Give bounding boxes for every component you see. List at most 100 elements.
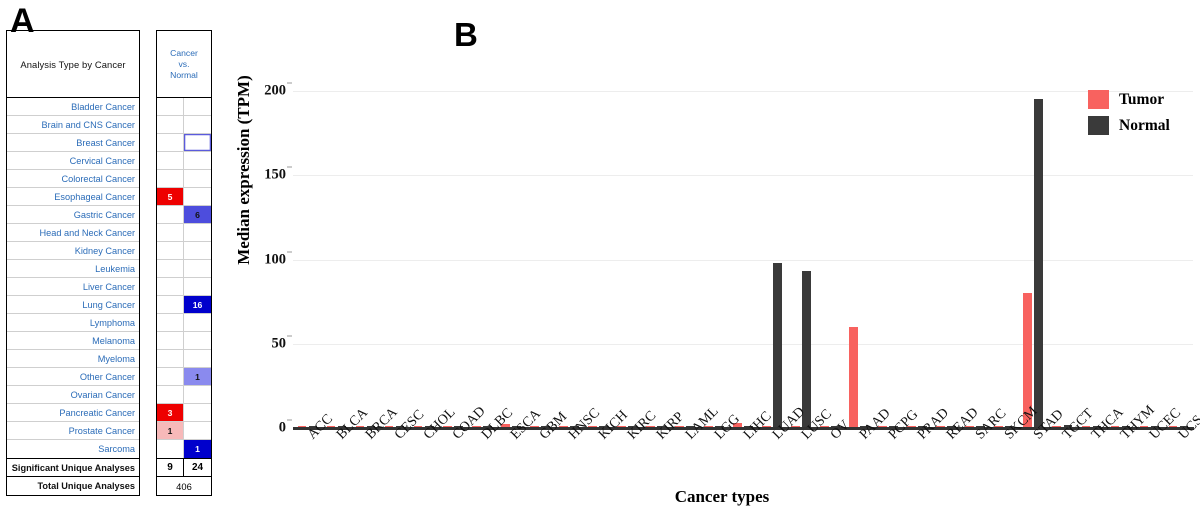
table-row[interactable]: Kidney Cancer	[7, 242, 139, 260]
table-row[interactable]: Brain and CNS Cancer	[7, 116, 139, 134]
bar-group[interactable]	[820, 91, 840, 428]
overexpression-cell[interactable]: 3	[157, 404, 184, 421]
table-row[interactable]: Cervical Cancer	[7, 152, 139, 170]
table-row[interactable]: Liver Cancer	[7, 278, 139, 296]
underexpression-cell[interactable]: 1	[184, 440, 211, 458]
overexpression-cell[interactable]	[157, 368, 184, 385]
bar-group[interactable]	[646, 91, 666, 428]
table-row[interactable]	[157, 242, 211, 260]
bar-group[interactable]	[733, 91, 753, 428]
bar-group[interactable]	[297, 91, 318, 428]
table-row[interactable]: Pancreatic Cancer	[7, 404, 139, 422]
bar-group[interactable]	[529, 91, 550, 428]
overexpression-cell[interactable]	[157, 98, 184, 115]
table-row[interactable]: Esophageal Cancer	[7, 188, 139, 206]
bar-normal[interactable]	[1034, 99, 1044, 428]
bar-tumor[interactable]	[849, 326, 858, 428]
bar-group[interactable]	[326, 91, 347, 428]
overexpression-cell[interactable]	[157, 386, 184, 403]
overexpression-cell[interactable]	[157, 278, 184, 295]
table-row[interactable]	[157, 134, 211, 152]
table-row[interactable]: Myeloma	[7, 350, 139, 368]
overexpression-cell[interactable]	[157, 260, 184, 277]
table-row[interactable]: Lymphoma	[7, 314, 139, 332]
bar-group[interactable]	[1052, 91, 1073, 428]
overexpression-cell[interactable]	[157, 332, 184, 349]
underexpression-cell[interactable]	[184, 242, 211, 259]
bar-group[interactable]	[471, 91, 492, 428]
bar-group[interactable]	[355, 91, 376, 428]
bar-group[interactable]	[558, 91, 579, 428]
underexpression-cell[interactable]	[184, 350, 211, 367]
bar-group[interactable]	[413, 91, 434, 428]
overexpression-cell[interactable]: 5	[157, 188, 184, 205]
bar-group[interactable]	[617, 91, 637, 428]
overexpression-cell[interactable]	[157, 152, 184, 169]
table-row[interactable]: Other Cancer	[7, 368, 139, 386]
table-row[interactable]: Breast Cancer	[7, 134, 139, 152]
bar-group[interactable]	[936, 91, 957, 428]
table-row[interactable]: Sarcoma	[7, 440, 139, 458]
table-row[interactable]	[157, 314, 211, 332]
table-row[interactable]: Lung Cancer	[7, 296, 139, 314]
overexpression-cell[interactable]	[157, 206, 184, 223]
table-row[interactable]: Gastric Cancer	[7, 206, 139, 224]
overexpression-cell[interactable]	[157, 350, 184, 367]
bar-group[interactable]	[675, 91, 695, 428]
underexpression-cell[interactable]	[184, 422, 211, 439]
table-row[interactable]	[157, 224, 211, 242]
table-row[interactable]: Colorectal Cancer	[7, 170, 139, 188]
table-row[interactable]: Ovarian Cancer	[7, 386, 139, 404]
overexpression-cell[interactable]	[157, 440, 184, 458]
underexpression-cell[interactable]	[184, 332, 211, 349]
bar-group[interactable]	[791, 91, 811, 428]
underexpression-cell[interactable]	[184, 386, 211, 403]
table-row[interactable]: 1	[157, 422, 211, 440]
table-row[interactable]	[157, 332, 211, 350]
legend-item[interactable]: Tumor	[1088, 90, 1200, 109]
bar-group[interactable]	[442, 91, 463, 428]
underexpression-cell[interactable]	[184, 278, 211, 295]
overexpression-cell[interactable]: 1	[157, 422, 184, 439]
table-row[interactable]	[157, 278, 211, 296]
bar-group[interactable]	[762, 91, 782, 428]
underexpression-cell[interactable]: 1	[184, 368, 211, 385]
bar-group[interactable]	[1023, 91, 1044, 428]
table-row[interactable]	[157, 116, 211, 134]
table-row[interactable]: 16	[157, 296, 211, 314]
underexpression-cell[interactable]: 6	[184, 206, 211, 223]
overexpression-cell[interactable]	[157, 224, 184, 241]
overexpression-cell[interactable]	[157, 296, 184, 313]
bar-group[interactable]	[587, 91, 608, 428]
bar-group[interactable]	[907, 91, 928, 428]
overexpression-cell[interactable]	[157, 242, 184, 259]
underexpression-cell[interactable]	[184, 170, 211, 187]
table-row[interactable]	[157, 98, 211, 116]
underexpression-cell[interactable]	[184, 314, 211, 331]
bar-group[interactable]	[878, 91, 899, 428]
table-row[interactable]	[157, 386, 211, 404]
table-row[interactable]: 1	[157, 440, 211, 458]
bar-normal[interactable]	[773, 262, 782, 428]
table-row[interactable]	[157, 152, 211, 170]
underexpression-cell[interactable]	[184, 260, 211, 277]
bar-normal[interactable]	[802, 271, 811, 428]
bar-group[interactable]	[994, 91, 1015, 428]
underexpression-cell[interactable]	[184, 224, 211, 241]
overexpression-cell[interactable]	[157, 134, 184, 151]
table-row[interactable]: Bladder Cancer	[7, 98, 139, 116]
table-row[interactable]: 3	[157, 404, 211, 422]
table-row[interactable]	[157, 350, 211, 368]
overexpression-cell[interactable]	[157, 314, 184, 331]
bar-group[interactable]	[384, 91, 405, 428]
table-row[interactable]: Prostate Cancer	[7, 422, 139, 440]
bar-group[interactable]	[849, 91, 869, 428]
bar-group[interactable]	[500, 91, 521, 428]
table-row[interactable]	[157, 260, 211, 278]
bar-group[interactable]	[704, 91, 724, 428]
table-row[interactable]: 6	[157, 206, 211, 224]
overexpression-cell[interactable]	[157, 170, 184, 187]
underexpression-cell[interactable]	[184, 116, 211, 133]
table-row[interactable]: Melanoma	[7, 332, 139, 350]
underexpression-cell[interactable]	[184, 98, 211, 115]
